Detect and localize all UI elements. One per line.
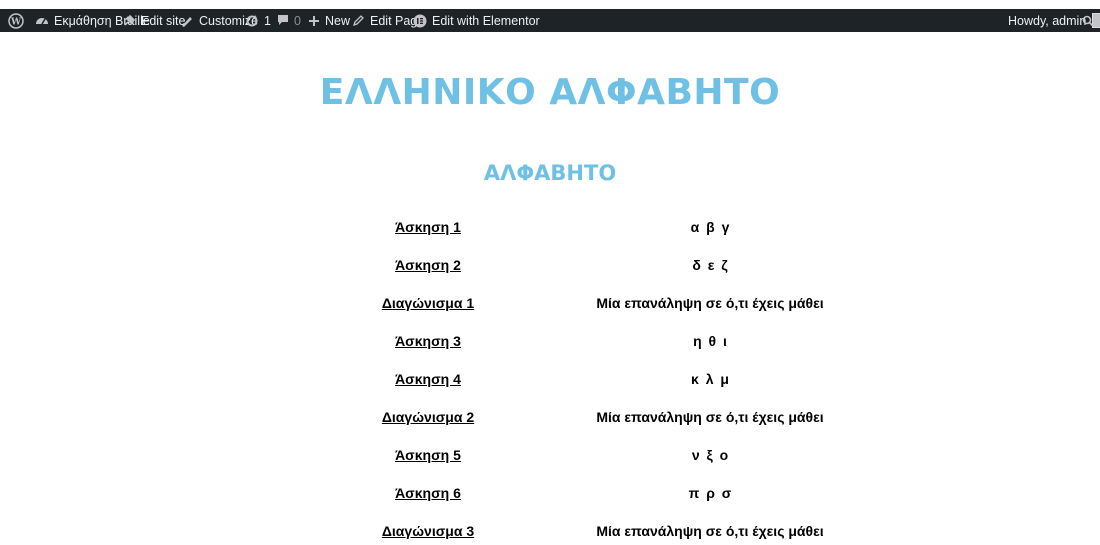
- svg-text:W: W: [10, 17, 22, 27]
- lesson-description: δ ε ζ: [692, 257, 728, 273]
- new-content-menu[interactable]: New: [308, 9, 350, 32]
- wordpress-logo-icon[interactable]: W: [8, 9, 24, 32]
- admin-bar: W Εκμάθηση Braille Edit site Customize 1…: [0, 9, 1100, 32]
- comment-icon: [278, 15, 288, 25]
- search-icon[interactable]: [1082, 9, 1094, 32]
- updates-count: 1: [264, 13, 271, 28]
- test-link[interactable]: Διαγώνισμα 3: [329, 523, 527, 539]
- lesson-row: Άσκηση 5 ν ξ ο: [0, 447, 1100, 469]
- plus-icon: [309, 15, 319, 26]
- lesson-description: η θ ι: [693, 333, 727, 349]
- pin-icon: [124, 14, 136, 26]
- lesson-description: α β γ: [690, 219, 730, 235]
- edit-with-elementor-label: Edit with Elementor: [432, 13, 540, 28]
- lesson-row: Άσκηση 6 π ρ σ: [0, 485, 1100, 507]
- lesson-row: Διαγώνισμα 2 Μία επανάληψη σε ό,τι έχεις…: [0, 409, 1100, 431]
- dashboard-icon: [36, 17, 48, 24]
- lesson-row: Άσκηση 3 η θ ι: [0, 333, 1100, 355]
- comments-count: 0: [294, 13, 301, 28]
- lesson-link[interactable]: Άσκηση 6: [329, 485, 527, 501]
- lesson-row: Διαγώνισμα 1 Μία επανάληψη σε ό,τι έχεις…: [0, 295, 1100, 317]
- edit-site-label: Edit site: [141, 13, 186, 28]
- pencil-icon: [352, 15, 364, 27]
- lesson-description: Μία επανάληψη σε ό,τι έχεις μάθει: [596, 295, 824, 311]
- edit-with-elementor-menu[interactable]: Edit with Elementor: [413, 9, 540, 32]
- lesson-link[interactable]: Άσκηση 2: [329, 257, 527, 273]
- lesson-link[interactable]: Άσκηση 3: [329, 333, 527, 349]
- lesson-row: Άσκηση 2 δ ε ζ: [0, 257, 1100, 279]
- edit-site-menu[interactable]: Edit site: [122, 9, 185, 32]
- section-heading: ΑΛΦΑΒΗΤΟ: [483, 161, 617, 185]
- page-title: ΕΛΛΗΝΙΚΟ ΑΛΦΑΒΗΤΟ: [319, 72, 781, 113]
- updates-icon: [246, 14, 258, 26]
- howdy-label: Howdy, admin: [1008, 13, 1087, 28]
- lesson-description: Μία επανάληψη σε ό,τι έχεις μάθει: [596, 409, 824, 425]
- lesson-description: κ λ μ: [691, 371, 729, 387]
- lesson-row: Άσκηση 1 α β γ: [0, 219, 1100, 241]
- elementor-icon: [413, 14, 427, 27]
- lesson-description: π ρ σ: [688, 485, 732, 501]
- lesson-link[interactable]: Άσκηση 5: [329, 447, 527, 463]
- test-link[interactable]: Διαγώνισμα 1: [329, 295, 527, 311]
- lesson-description: ν ξ ο: [691, 447, 729, 463]
- lesson-link[interactable]: Άσκηση 4: [329, 371, 527, 387]
- new-label: New: [325, 13, 351, 28]
- test-link[interactable]: Διαγώνισμα 2: [329, 409, 527, 425]
- lesson-link[interactable]: Άσκηση 1: [329, 219, 527, 235]
- lesson-description: Μία επανάληψη σε ό,τι έχεις μάθει: [596, 523, 824, 539]
- updates-menu[interactable]: 1: [245, 9, 271, 32]
- comments-menu[interactable]: 0: [277, 9, 301, 32]
- brush-icon: [182, 16, 192, 27]
- lesson-row: Διαγώνισμα 3 Μία επανάληψη σε ό,τι έχεις…: [0, 523, 1100, 545]
- lesson-row: Άσκηση 4 κ λ μ: [0, 371, 1100, 393]
